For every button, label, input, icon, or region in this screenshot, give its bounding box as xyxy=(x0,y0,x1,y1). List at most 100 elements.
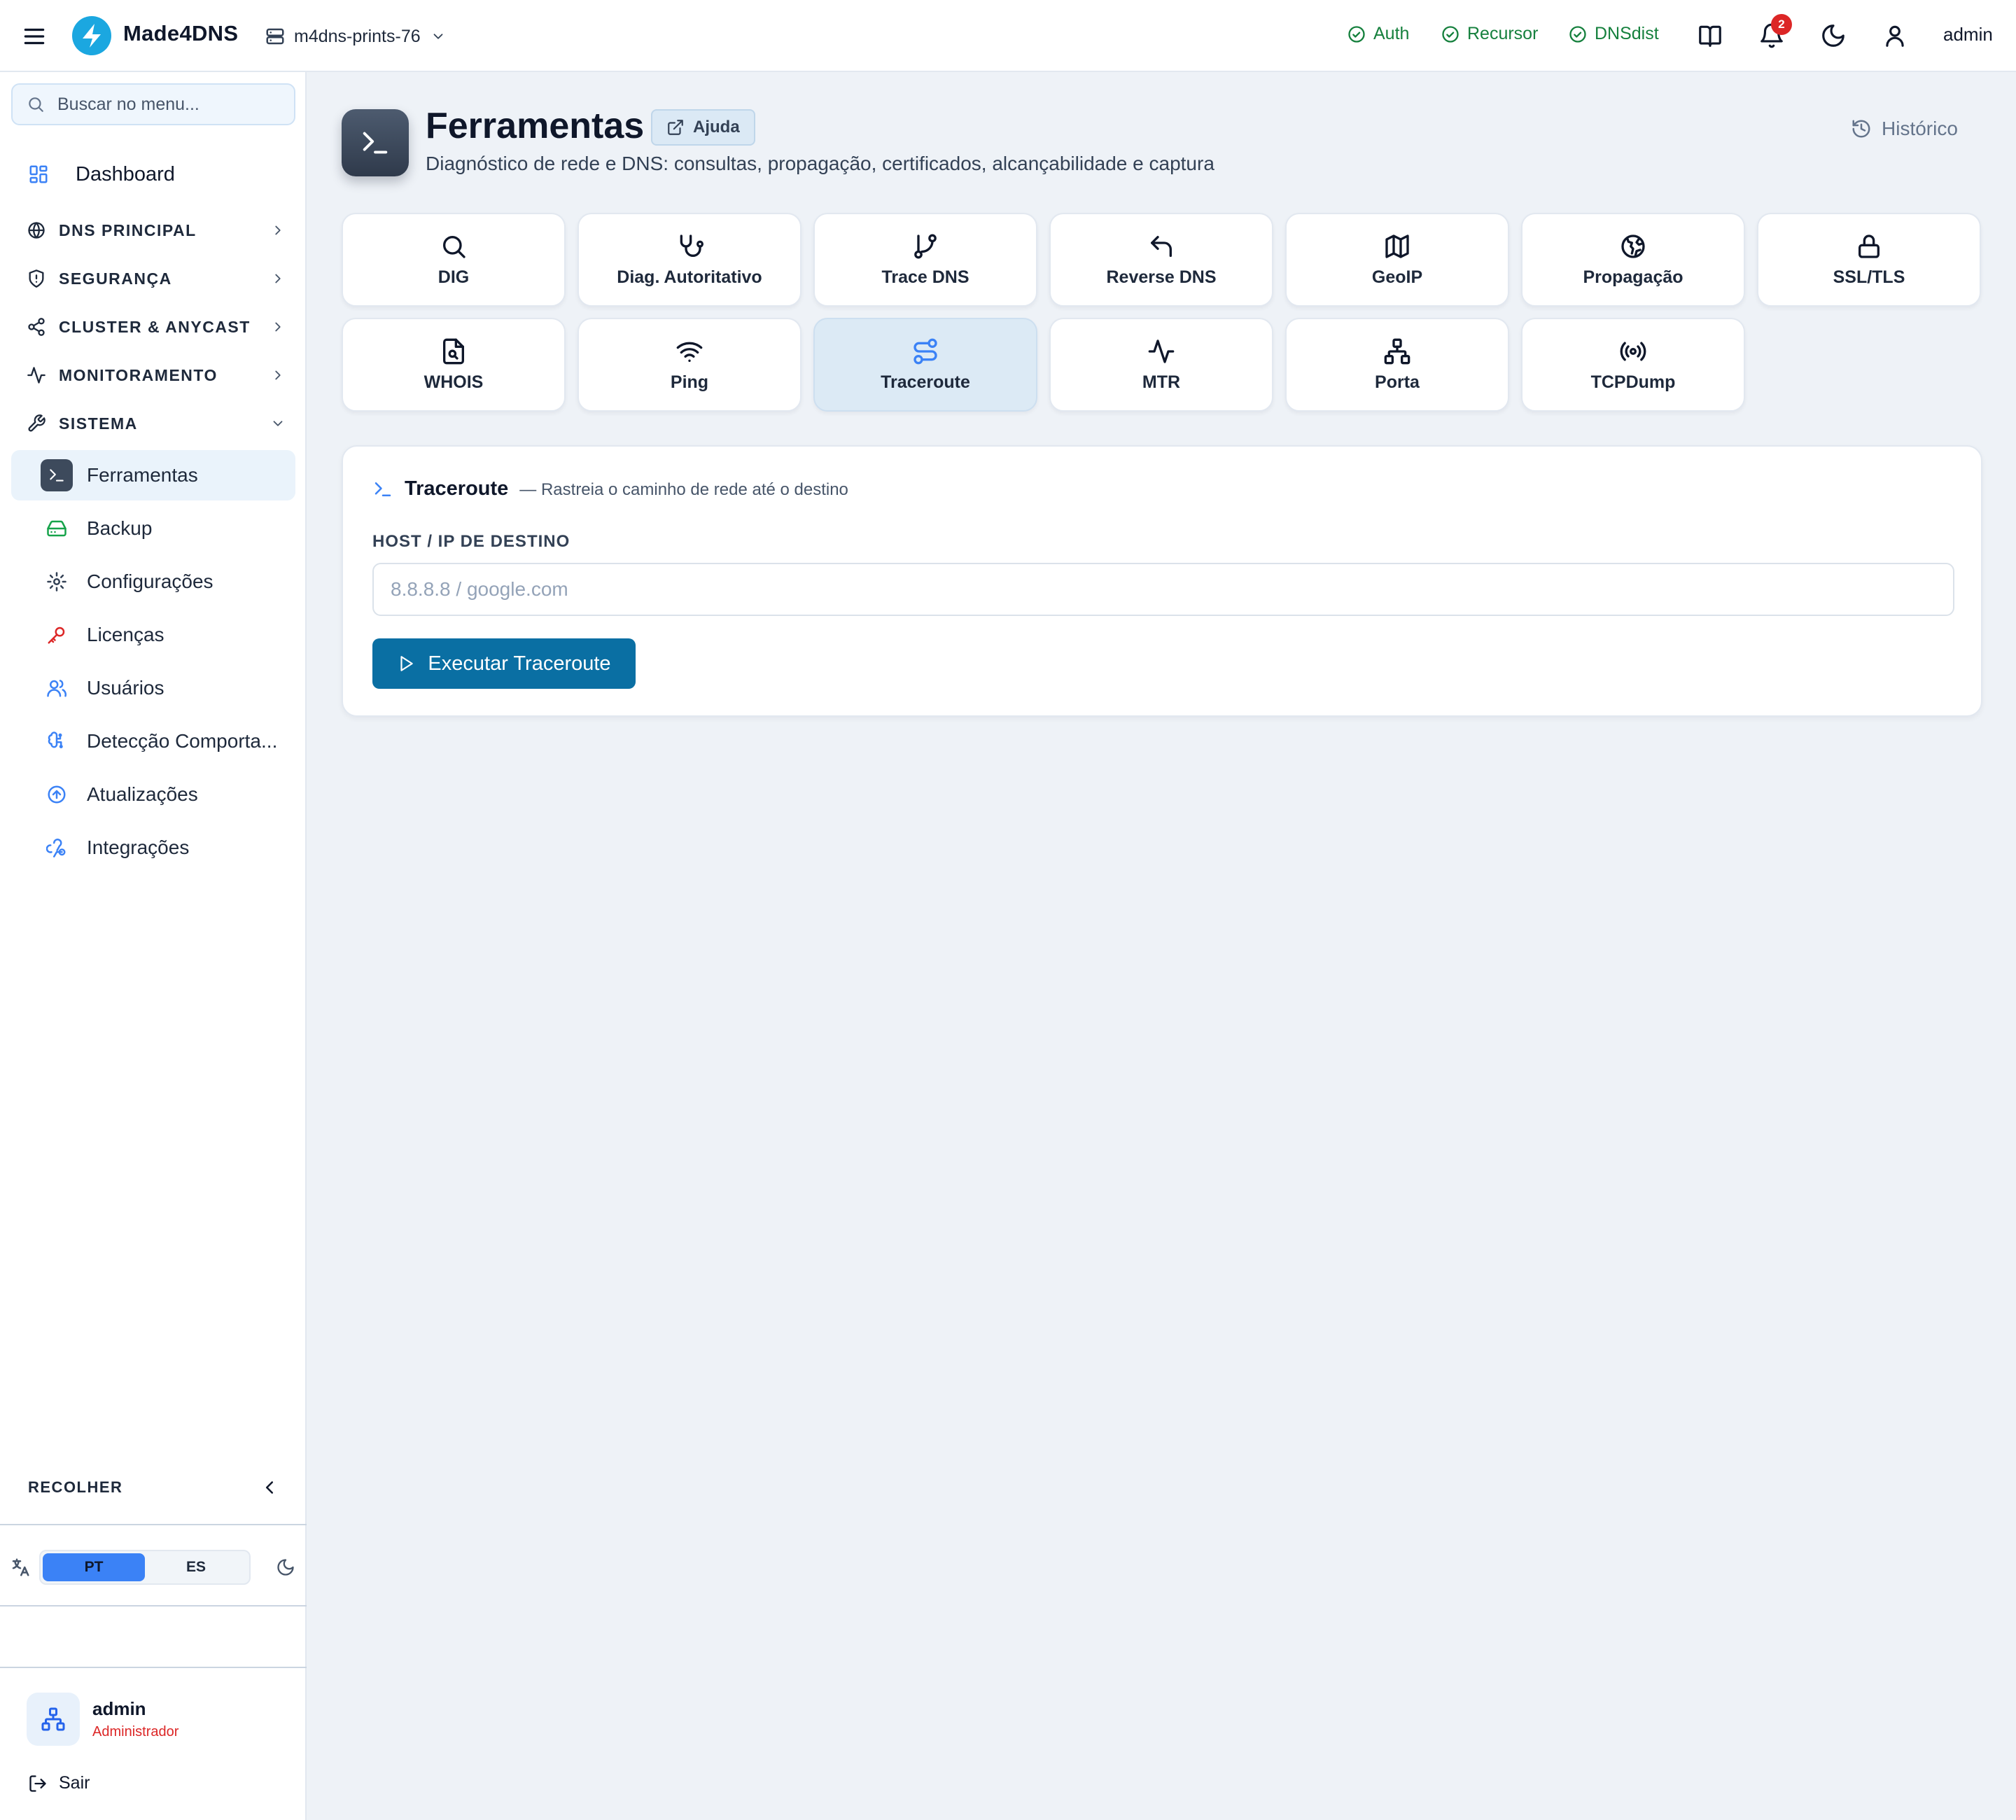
tool-reverse-dns[interactable]: Reverse DNS xyxy=(1049,213,1273,307)
avatar xyxy=(27,1693,80,1746)
radio-icon xyxy=(1620,342,1646,360)
tool-mtr[interactable]: MTR xyxy=(1049,318,1273,412)
sidebar-item-integracoes[interactable]: Integrações xyxy=(11,822,295,873)
tool-ping[interactable]: Ping xyxy=(578,318,802,412)
section-dns-principal[interactable]: DNS PRINCIPAL xyxy=(27,214,286,247)
sidebar-item-configuracoes[interactable]: Configurações xyxy=(11,556,295,607)
tool-whois[interactable]: WHOIS xyxy=(342,318,566,412)
page-title: Ferramentas xyxy=(426,106,645,146)
language-option-pt[interactable]: PT xyxy=(43,1553,145,1581)
panel-description: — Rastreia o caminho de rede até o desti… xyxy=(519,480,848,499)
section-label: SEGURANÇA xyxy=(59,269,172,288)
tool-tcpdump[interactable]: TCPDump xyxy=(1521,318,1745,412)
tool-label: SSL/TLS xyxy=(1833,267,1905,287)
tool-porta[interactable]: Porta xyxy=(1285,318,1509,412)
menu-icon[interactable] xyxy=(21,23,48,50)
logout-button[interactable]: Sair xyxy=(28,1773,90,1793)
section-sistema[interactable]: SISTEMA xyxy=(27,407,286,440)
tool-label: Porta xyxy=(1375,372,1420,392)
brand-name: Made4DNS xyxy=(123,21,239,46)
history-icon xyxy=(1852,120,1870,138)
tool-diag-autoritativo[interactable]: Diag. Autoritativo xyxy=(578,213,802,307)
notification-badge: 2 xyxy=(1771,14,1792,35)
sidebar-item-deteccao[interactable]: Detecção Comporta... xyxy=(11,716,295,766)
tool-geoip[interactable]: GeoIP xyxy=(1285,213,1509,307)
logout-label: Sair xyxy=(59,1773,90,1793)
status-recursor-label: Recursor xyxy=(1467,24,1539,43)
section-label: CLUSTER & ANYCAST xyxy=(59,317,251,336)
section-cluster-anycast[interactable]: CLUSTER & ANYCAST xyxy=(27,310,286,344)
host-field-label: HOST / IP DE DESTINO xyxy=(372,532,570,551)
shield-icon xyxy=(29,270,44,288)
sidebar-item-label: Integrações xyxy=(87,836,190,858)
top-bar: Made4DNS m4dns-prints-76 Auth Recursor D… xyxy=(0,0,2016,72)
upload-circle-icon xyxy=(48,785,66,804)
top-username[interactable]: admin xyxy=(1943,24,1993,46)
tool-ssl-tls[interactable]: SSL/TLS xyxy=(1757,213,1981,307)
status-dnsdist-label: DNSdist xyxy=(1595,24,1659,43)
chevron-right-icon xyxy=(275,225,281,235)
tool-propagacao[interactable]: Propagação xyxy=(1521,213,1745,307)
tool-label: Trace DNS xyxy=(881,267,969,287)
section-monitoramento[interactable]: MONITORAMENTO xyxy=(27,358,286,392)
language-toggle: PT ES xyxy=(39,1550,251,1585)
server-name: m4dns-prints-76 xyxy=(294,26,421,46)
moon-icon[interactable] xyxy=(276,1558,295,1577)
search-icon xyxy=(443,235,465,258)
server-selector[interactable]: m4dns-prints-76 xyxy=(265,22,446,50)
sidebar-item-backup[interactable]: Backup xyxy=(11,503,295,554)
tool-label: Reverse DNS xyxy=(1106,267,1217,287)
menu-search-input[interactable] xyxy=(57,94,281,115)
divider xyxy=(0,1667,307,1668)
section-seguranca[interactable]: SEGURANÇA xyxy=(27,262,286,295)
users-icon xyxy=(47,680,67,697)
webhook-icon xyxy=(46,839,66,858)
tool-traceroute[interactable]: Traceroute xyxy=(813,318,1037,412)
status-recursor[interactable]: Recursor xyxy=(1441,24,1538,44)
status-dnsdist[interactable]: DNSdist xyxy=(1568,24,1659,44)
section-label: SISTEMA xyxy=(59,414,138,433)
git-branch-icon xyxy=(914,234,937,258)
chevron-right-icon xyxy=(275,274,281,284)
moon-icon[interactable] xyxy=(1820,22,1847,49)
chevron-right-icon xyxy=(275,322,281,332)
sidebar-item-atualizacoes[interactable]: Atualizações xyxy=(11,769,295,820)
user-icon[interactable] xyxy=(1882,22,1908,49)
check-circle-icon xyxy=(1569,25,1586,43)
status-auth-label: Auth xyxy=(1373,24,1410,43)
language-row: PT ES xyxy=(10,1548,297,1587)
sidebar: Dashboard DNS PRINCIPAL SEGURANÇA CLUSTE… xyxy=(0,72,307,1820)
sidebar-item-label: Licenças xyxy=(87,624,164,645)
play-icon xyxy=(400,656,414,671)
menu-search[interactable] xyxy=(11,83,295,125)
help-button[interactable]: Ajuda xyxy=(651,109,755,146)
divider xyxy=(0,1524,307,1525)
logout-icon xyxy=(29,1774,46,1792)
sidebar-item-licencas[interactable]: Licenças xyxy=(11,610,295,660)
tool-dig[interactable]: DIG xyxy=(342,213,566,307)
sidebar-item-label: Detecção Comporta... xyxy=(87,730,278,752)
collapse-sidebar-button[interactable]: RECOLHER xyxy=(28,1474,280,1502)
language-option-es[interactable]: ES xyxy=(145,1553,247,1581)
key-icon xyxy=(48,626,65,644)
user-role: Administrador xyxy=(92,1724,179,1740)
tool-label: Ping xyxy=(670,372,709,392)
history-button[interactable]: Histórico xyxy=(1851,118,1958,140)
sidebar-item-usuarios[interactable]: Usuários xyxy=(11,663,295,713)
gear-icon xyxy=(47,572,66,592)
tool-trace-dns[interactable]: Trace DNS xyxy=(813,213,1037,307)
sidebar-item-label: Configurações xyxy=(87,570,214,592)
run-label: Executar Traceroute xyxy=(428,652,611,675)
made4dns-logo xyxy=(72,16,111,55)
user-card[interactable]: admin Administrador xyxy=(27,1693,178,1746)
sidebar-item-label: Ferramentas xyxy=(87,464,198,486)
sidebar-item-dashboard[interactable]: Dashboard xyxy=(28,155,175,194)
book-open-icon[interactable] xyxy=(1697,22,1723,49)
run-traceroute-button[interactable]: Executar Traceroute xyxy=(372,638,636,689)
host-input[interactable] xyxy=(372,563,1954,616)
terminal-icon xyxy=(342,109,409,176)
status-auth[interactable]: Auth xyxy=(1347,24,1409,44)
network-icon xyxy=(1384,338,1410,364)
tool-label: MTR xyxy=(1142,372,1181,392)
sidebar-item-ferramentas[interactable]: Ferramentas xyxy=(11,450,295,500)
